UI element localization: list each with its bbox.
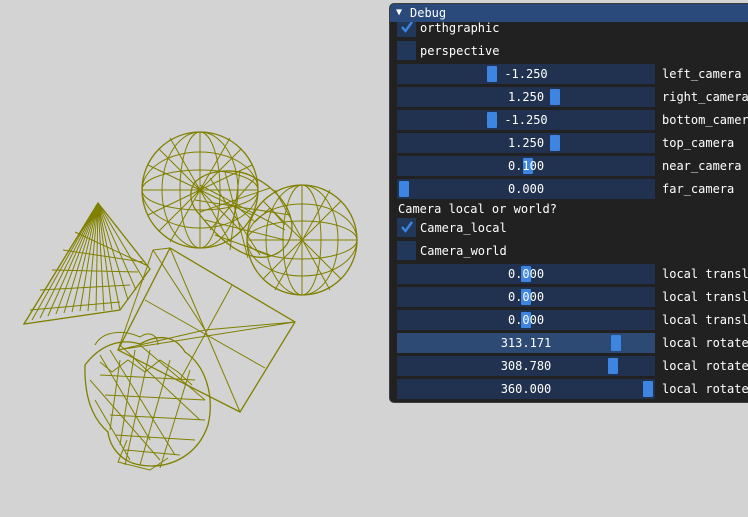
perspective-checkbox[interactable]	[397, 41, 416, 60]
slider-track[interactable]: 1.250	[397, 133, 655, 153]
bunny-top-wireframe	[190, 169, 293, 259]
debug-panel-body: orthgraphic perspective -1.250 left_camer…	[390, 22, 748, 402]
slider-value: 1.250	[507, 90, 545, 104]
orthographic-label: orthgraphic	[420, 22, 500, 35]
slider-track[interactable]: 0.000	[397, 179, 655, 199]
camera-world-label: Camera_world	[420, 244, 507, 258]
slider-value: 308.780	[500, 359, 552, 373]
slider-value: 360.000	[500, 382, 552, 396]
camera-mode-question: Camera local or world?	[398, 202, 557, 216]
slider-track[interactable]: -1.250	[397, 64, 655, 84]
window-title: Debug	[410, 6, 447, 20]
checkmark-icon	[401, 22, 413, 33]
slider-value: 0.100	[507, 159, 545, 173]
slider-label: local rotate	[662, 382, 748, 396]
camera-local-checkbox[interactable]	[397, 218, 416, 237]
slider-value: -1.250	[504, 113, 548, 127]
debug-window[interactable]: ▼ Debug orthgraphic perspective -1.250 le…	[389, 3, 748, 403]
bunny-bottom-wireframe	[84, 332, 211, 471]
wireframe-scene	[22, 131, 358, 471]
slider-track[interactable]: 313.171	[397, 333, 655, 353]
slider-track[interactable]: 360.000	[397, 379, 655, 399]
slider-value: -1.250	[504, 67, 548, 81]
slider-track[interactable]: 0.000	[397, 287, 655, 307]
slider-value: 313.171	[500, 336, 552, 350]
slider-label: local translate	[662, 267, 748, 281]
sphere-right-wireframe	[246, 184, 358, 296]
slider-label: local translate	[662, 290, 748, 304]
slider-track[interactable]: 0.100	[397, 156, 655, 176]
collapse-arrow-icon[interactable]: ▼	[396, 4, 402, 22]
slider-value: 0.000	[507, 313, 545, 327]
orthographic-checkbox[interactable]	[397, 22, 416, 37]
slider-value: 0.000	[507, 290, 545, 304]
camera-local-label: Camera_local	[420, 221, 507, 235]
slider-track[interactable]: -1.250	[397, 110, 655, 130]
slider-value: 0.000	[507, 182, 545, 196]
slider-label: local translate	[662, 313, 748, 327]
slider-label: right_camera	[662, 90, 748, 104]
pyramid-wireframe	[117, 247, 296, 413]
debug-window-title-bar[interactable]: ▼ Debug	[390, 4, 748, 22]
slider-label: near_camera	[662, 159, 742, 173]
slider-label: far_camera	[662, 182, 735, 196]
cone-wireframe	[22, 201, 151, 325]
slider-label: local rotate	[662, 359, 748, 373]
slider-label: left_camera	[662, 67, 742, 81]
perspective-label: perspective	[420, 44, 500, 58]
slider-value: 0.000	[507, 267, 545, 281]
slider-label: bottom_camera	[662, 113, 748, 127]
slider-value: 1.250	[507, 136, 545, 150]
slider-label: top_camera	[662, 136, 735, 150]
checkmark-icon	[401, 221, 413, 233]
slider-track[interactable]: 308.780	[397, 356, 655, 376]
slider-label: local rotate	[662, 336, 748, 350]
camera-world-checkbox[interactable]	[397, 241, 416, 260]
slider-track[interactable]: 0.000	[397, 310, 655, 330]
slider-track[interactable]: 1.250	[397, 87, 655, 107]
slider-track[interactable]: 0.000	[397, 264, 655, 284]
